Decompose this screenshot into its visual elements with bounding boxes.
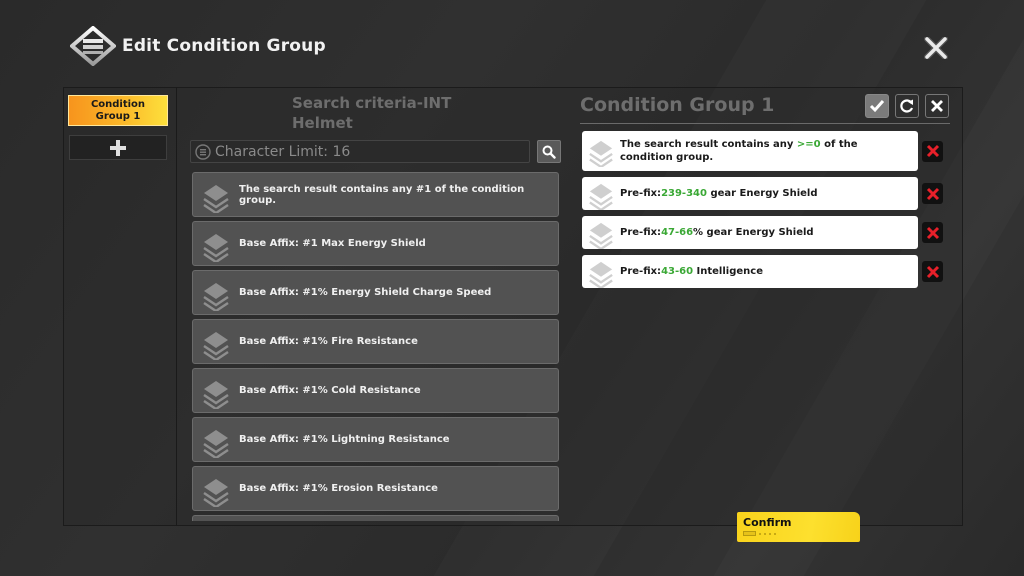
layers-icon bbox=[193, 373, 239, 409]
search-results-list[interactable]: The search result contains any #1 of the… bbox=[192, 172, 559, 521]
condition-value: 47-66 bbox=[661, 227, 694, 238]
hint-dot bbox=[769, 532, 771, 535]
condition-label: Pre-fix:43-60 Intelligence bbox=[620, 266, 763, 277]
layers-icon bbox=[582, 256, 620, 288]
edit-condition-logo-icon bbox=[70, 26, 116, 66]
red-x-icon bbox=[926, 226, 939, 239]
condition-label: Pre-fix:239-340 gear Energy Shield bbox=[620, 188, 818, 199]
result-label: Base Affix: #1% Fire Resistance bbox=[239, 336, 418, 347]
red-x-icon bbox=[926, 144, 939, 158]
confirm-button[interactable]: Confirm bbox=[737, 512, 860, 542]
search-input[interactable] bbox=[215, 143, 515, 160]
condition-row: The search result contains any >=0 of th… bbox=[582, 131, 947, 171]
close-dialog-button[interactable] bbox=[920, 34, 952, 62]
close-icon bbox=[924, 37, 948, 59]
result-label: The search result contains any #1 of the… bbox=[239, 183, 525, 206]
result-label: Base Affix: #1% Energy Shield Charge Spe… bbox=[239, 287, 492, 298]
layers-icon bbox=[582, 135, 620, 167]
delete-condition-button[interactable] bbox=[922, 222, 943, 243]
condition-item[interactable]: The search result contains any >=0 of th… bbox=[582, 131, 918, 171]
condition-label: The search result contains any >=0 of th… bbox=[620, 139, 858, 163]
layers-icon bbox=[193, 471, 239, 507]
red-x-icon bbox=[926, 187, 939, 200]
result-label: Base Affix: #1% Erosion Resistance bbox=[239, 483, 438, 494]
search-field[interactable] bbox=[190, 140, 530, 163]
search-icon bbox=[542, 145, 556, 159]
layers-icon bbox=[193, 422, 239, 458]
delete-group-button[interactable] bbox=[925, 94, 949, 118]
apply-group-button[interactable] bbox=[865, 94, 889, 118]
result-item[interactable]: Base Affix: #1% Energy Shield Charge Spe… bbox=[192, 270, 559, 315]
result-item[interactable]: Base Affix: #1% Cold Resistance bbox=[192, 368, 559, 413]
result-item[interactable]: Base Affix: #1% Fire Resistance bbox=[192, 319, 559, 364]
list-icon bbox=[195, 143, 211, 160]
layers-icon bbox=[193, 226, 239, 262]
hint-dot bbox=[764, 532, 766, 535]
search-button[interactable] bbox=[537, 140, 561, 163]
condition-group-title: Condition Group 1 bbox=[580, 94, 775, 116]
divider bbox=[580, 123, 950, 124]
layers-icon bbox=[193, 177, 239, 213]
plus-icon bbox=[110, 139, 126, 156]
tab-condition-group-1[interactable]: Condition Group 1 bbox=[68, 95, 168, 126]
condition-item[interactable]: Pre-fix:239-340 gear Energy Shield bbox=[582, 177, 918, 210]
result-item[interactable]: The search result contains any #1 of the… bbox=[192, 172, 559, 217]
result-item[interactable]: Base Affix: #1% Erosion Resistance bbox=[192, 466, 559, 511]
hint-dot bbox=[774, 532, 776, 535]
layers-icon bbox=[193, 324, 239, 360]
delete-condition-button[interactable] bbox=[922, 261, 943, 282]
condition-value: 239-340 bbox=[661, 188, 707, 199]
result-item-partial[interactable] bbox=[192, 515, 559, 521]
key-hint bbox=[743, 531, 854, 536]
condition-item[interactable]: Pre-fix:43-60 Intelligence bbox=[582, 255, 918, 288]
layers-icon bbox=[582, 217, 620, 249]
key-icon bbox=[743, 531, 756, 536]
dialog-header: Edit Condition Group bbox=[70, 26, 326, 66]
condition-row: Pre-fix:43-60 Intelligence bbox=[582, 255, 947, 288]
condition-value: 43-60 bbox=[661, 266, 694, 277]
condition-item[interactable]: Pre-fix:47-66% gear Energy Shield bbox=[582, 216, 918, 249]
close-icon bbox=[931, 100, 943, 112]
result-item[interactable]: Base Affix: #1% Lightning Resistance bbox=[192, 417, 559, 462]
reset-group-button[interactable] bbox=[895, 94, 919, 118]
delete-condition-button[interactable] bbox=[922, 183, 943, 204]
result-label: Base Affix: #1 Max Energy Shield bbox=[239, 238, 426, 249]
layers-icon bbox=[193, 275, 239, 311]
dialog-title: Edit Condition Group bbox=[122, 36, 326, 56]
condition-value: >=0 bbox=[796, 139, 821, 150]
result-label: Base Affix: #1% Cold Resistance bbox=[239, 385, 421, 396]
hint-dot bbox=[759, 532, 761, 535]
add-group-button[interactable] bbox=[69, 135, 167, 160]
confirm-label: Confirm bbox=[743, 516, 792, 529]
condition-list: The search result contains any >=0 of th… bbox=[582, 131, 947, 294]
delete-condition-button[interactable] bbox=[922, 140, 943, 162]
result-label: Base Affix: #1% Lightning Resistance bbox=[239, 434, 450, 445]
result-item[interactable]: Base Affix: #1 Max Energy Shield bbox=[192, 221, 559, 266]
condition-label: Pre-fix:47-66% gear Energy Shield bbox=[620, 227, 814, 238]
condition-row: Pre-fix:47-66% gear Energy Shield bbox=[582, 216, 947, 249]
condition-row: Pre-fix:239-340 gear Energy Shield bbox=[582, 177, 947, 210]
tab-label: Condition Group 1 bbox=[90, 98, 146, 122]
layers-icon bbox=[582, 178, 620, 210]
search-criteria-title: Search criteria-INT Helmet bbox=[292, 94, 452, 132]
checkmark-icon bbox=[869, 100, 885, 113]
red-x-icon bbox=[926, 265, 939, 278]
refresh-icon bbox=[900, 99, 914, 113]
